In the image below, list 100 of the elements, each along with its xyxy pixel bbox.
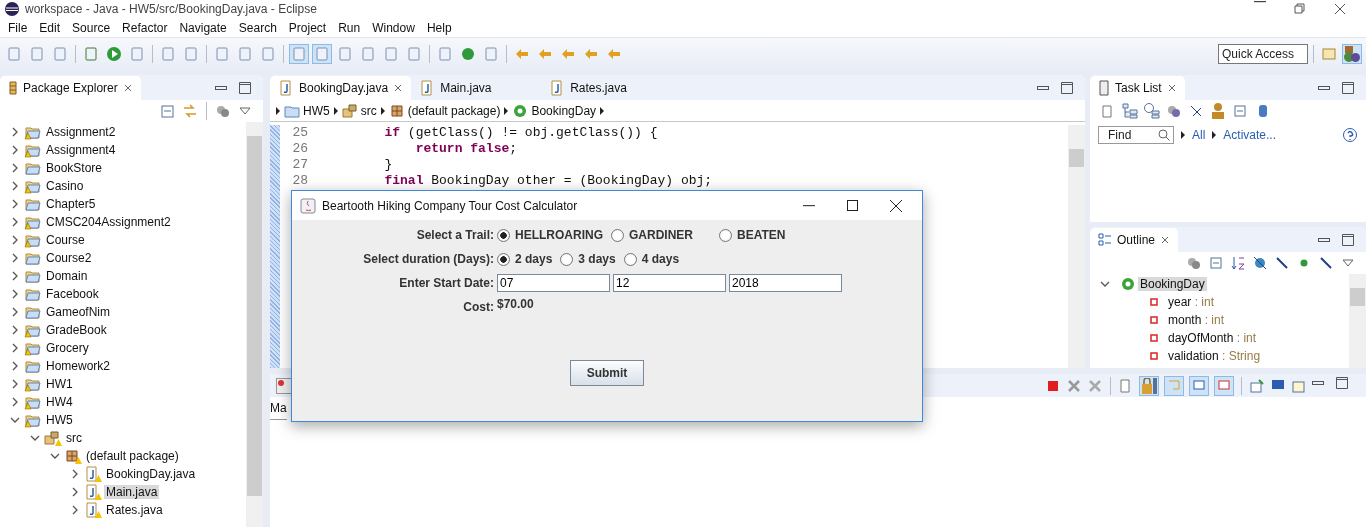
radio-button[interactable] (623, 252, 637, 266)
menu-item[interactable]: File (3, 20, 35, 35)
radio-button[interactable] (611, 228, 624, 242)
menu-item[interactable]: Navigate (174, 20, 234, 35)
tree-item[interactable]: CMSC204Assignment2 (44, 215, 173, 229)
tree-item[interactable]: Course (44, 233, 87, 247)
line-number: 27 (291, 157, 308, 173)
project-folder-icon (24, 142, 42, 158)
editor-tab[interactable]: Main.java (411, 76, 542, 100)
outline-field[interactable]: month : int (1168, 313, 1225, 327)
tree-item[interactable]: Casino (44, 179, 86, 193)
strikethrough-icon (1188, 103, 1204, 119)
java-app-icon (300, 197, 316, 214)
radio-button[interactable] (497, 252, 510, 266)
outline-class[interactable]: BookingDay (1138, 277, 1207, 291)
scrollbar[interactable] (1349, 274, 1366, 368)
filter-link[interactable]: Activate... (1223, 128, 1277, 142)
menu-item[interactable]: Project (283, 20, 334, 35)
menu-item[interactable]: Refactor (117, 20, 175, 35)
radio-option[interactable]: HELLROARING (497, 226, 603, 244)
tree-item[interactable]: src (64, 431, 84, 445)
tree-item[interactable]: HW4 (44, 395, 75, 409)
menu-item[interactable]: Source (67, 20, 118, 35)
project-folder-icon (24, 214, 42, 230)
task-list-icon (1098, 80, 1110, 96)
maximize-icon (1342, 82, 1354, 94)
tree-item[interactable]: Assignment4 (44, 143, 118, 157)
radio-button[interactable] (497, 228, 510, 242)
radio-option[interactable]: BEATEN (719, 226, 786, 244)
tree-item[interactable]: GradeBook (44, 323, 109, 337)
tree-item[interactable]: HW5 (44, 413, 75, 427)
filter-icon (215, 103, 231, 119)
tree-item[interactable]: Chapter5 (44, 197, 98, 211)
menu-item[interactable]: Search (233, 20, 284, 35)
tree-item[interactable]: Assignment2 (44, 125, 118, 139)
submit-button[interactable]: Submit (570, 360, 644, 386)
breadcrumb-item[interactable]: src (341, 102, 377, 119)
date-field[interactable]: 2018 (729, 274, 842, 292)
project-folder-icon (24, 268, 42, 284)
tree-item[interactable]: Rates.java (104, 503, 165, 517)
breadcrumb-item[interactable]: BookingDay (512, 102, 597, 119)
outline-field[interactable]: year : int (1168, 295, 1215, 309)
breadcrumb-item[interactable]: (default package) (388, 102, 501, 119)
collapse-all-icon (160, 103, 176, 119)
radio-option[interactable]: GARDINER (611, 226, 711, 244)
radio-button[interactable] (719, 228, 732, 242)
schedule-icon (1144, 103, 1160, 119)
outline-field[interactable]: dayOfMonth : int (1168, 331, 1257, 345)
date-field[interactable]: 07 (497, 274, 610, 292)
outline-field[interactable]: validation : String (1168, 349, 1261, 363)
task-list-tab[interactable]: Task List (1090, 76, 1185, 100)
tree-item[interactable]: GameofNim (44, 305, 112, 319)
find-field[interactable]: Find (1098, 126, 1174, 144)
project-folder-icon (24, 160, 42, 176)
java-file-icon (84, 502, 100, 518)
trail-label: Select a Trail: (415, 227, 495, 244)
radio-option[interactable]: 4 days (623, 250, 680, 268)
java-file-icon (278, 80, 294, 96)
menu-item[interactable]: Edit (34, 20, 68, 35)
tree-item[interactable]: Main.java (104, 485, 160, 499)
tree-item[interactable]: Facebook (44, 287, 101, 301)
package-explorer-tab[interactable]: Package Explorer (0, 76, 141, 100)
scrollbar[interactable] (1068, 125, 1085, 368)
editor-tab[interactable]: Rates.java (541, 76, 672, 100)
warning-icon (75, 457, 82, 464)
project-folder-icon (24, 376, 42, 392)
radio-option[interactable]: 2 days (497, 250, 553, 268)
project-folder-icon (24, 124, 42, 140)
search-icon (1158, 129, 1170, 141)
tree-item[interactable]: Grocery (44, 341, 91, 355)
tree-item[interactable]: Course2 (44, 251, 94, 265)
tree-item[interactable]: BookStore (44, 161, 105, 175)
tree-item[interactable]: (default package) (84, 449, 181, 463)
radio-button[interactable] (560, 252, 574, 266)
filter-link[interactable]: All (1192, 128, 1206, 142)
outline-tab[interactable]: Outline (1090, 228, 1179, 252)
outline-icon (1098, 232, 1112, 248)
editor-tab[interactable]: BookingDay.java (270, 76, 412, 100)
minimize-icon (803, 204, 815, 207)
radio-option[interactable]: 3 days (560, 250, 616, 268)
date-field[interactable]: 12 (613, 274, 726, 292)
tree-item[interactable]: Homework2 (44, 359, 113, 373)
person-icon (1210, 103, 1226, 119)
maximize-icon (1342, 234, 1354, 246)
menu-item[interactable]: Help (421, 20, 459, 35)
menu-item[interactable]: Window (367, 20, 422, 35)
quick-access-field[interactable]: Quick Access (1218, 43, 1308, 64)
line-number: 26 (291, 141, 308, 157)
tree-item[interactable]: Domain (44, 269, 90, 283)
close-icon (1334, 1, 1346, 17)
project-folder-icon (24, 394, 42, 410)
breadcrumb-item[interactable]: HW5 (284, 102, 330, 119)
scrollbar[interactable] (246, 122, 263, 527)
menu-item[interactable]: Run (333, 20, 368, 35)
minimize-icon (1037, 86, 1049, 90)
tree-item[interactable]: BookingDay.java (104, 467, 198, 481)
warning-icon (95, 493, 102, 500)
window-title: workspace - Java - HW5/src/BookingDay.java - Eclipse (25, 2, 318, 16)
tree-view-icon (1122, 103, 1138, 119)
tree-item[interactable]: HW1 (44, 377, 75, 391)
